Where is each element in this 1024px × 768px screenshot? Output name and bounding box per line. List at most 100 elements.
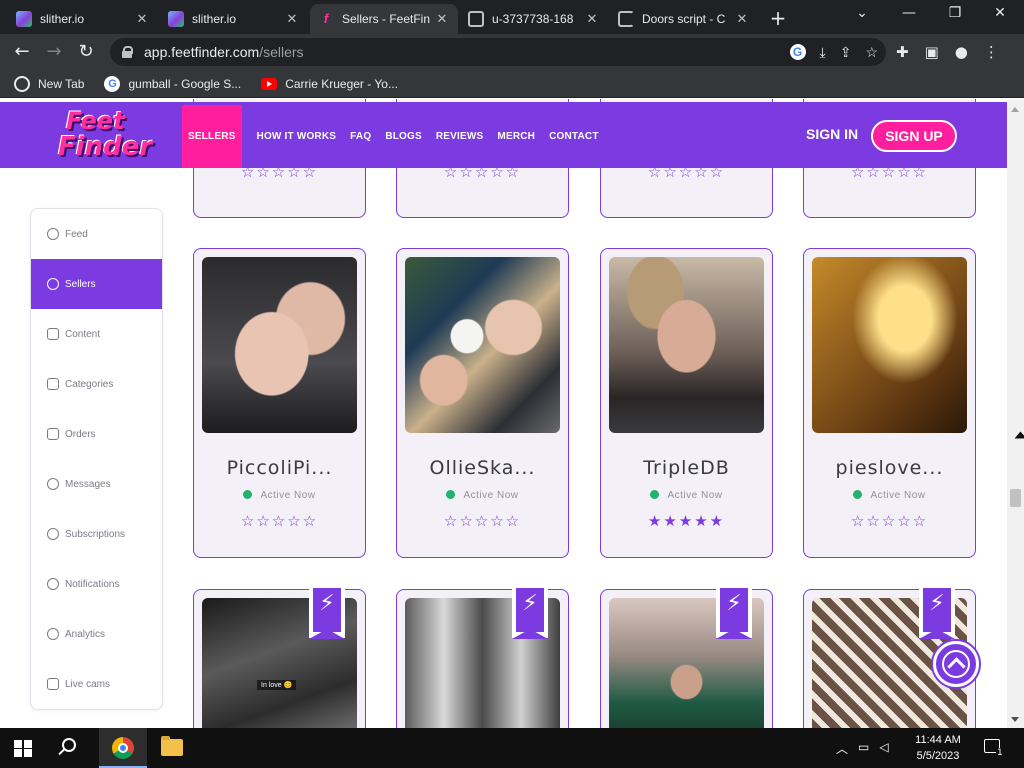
sidebar-item-label: Subscriptions	[65, 528, 126, 540]
sidebar-item-live-cams[interactable]: Live cams	[31, 659, 162, 709]
scroll-to-top-button[interactable]	[933, 641, 979, 687]
browser-tab[interactable]: u-3737738-168 ✕	[460, 4, 608, 34]
sign-up-button[interactable]: SIGN UP	[871, 120, 957, 152]
taskbar-file-explorer[interactable]	[148, 728, 196, 768]
sidebar-item-sellers[interactable]: Sellers	[31, 259, 162, 309]
taskbar-clock[interactable]: 11:44 AM 5/5/2023	[908, 732, 968, 764]
sidebar-item-content[interactable]: Content	[31, 309, 162, 359]
forward-icon[interactable]: →	[42, 40, 66, 64]
seller-name[interactable]: PiccoliPi...	[194, 457, 365, 479]
share-icon[interactable]: ⇪	[840, 44, 852, 61]
sidebar-item-label: Notifications	[65, 578, 120, 590]
search-icon[interactable]	[62, 738, 76, 752]
scroll-up-arrow-icon[interactable]	[1011, 107, 1019, 112]
google-lens-icon[interactable]: G	[789, 44, 806, 60]
sidebar-item-orders[interactable]: Orders	[31, 409, 162, 459]
nav-reviews[interactable]: REVIEWS	[429, 105, 491, 168]
bell-icon	[47, 578, 59, 590]
scroll-down-arrow-icon[interactable]	[1011, 717, 1019, 722]
slither-favicon-icon	[16, 11, 32, 27]
profile-icon[interactable]: ●	[955, 43, 968, 61]
camera-icon	[47, 678, 59, 690]
sidebar-item-subscriptions[interactable]: Subscriptions	[31, 509, 162, 559]
close-tab-icon[interactable]: ✕	[284, 11, 300, 27]
sidebar-item-label: Live cams	[65, 678, 111, 690]
seller-photo[interactable]	[609, 257, 764, 433]
sidebar-item-messages[interactable]: Messages	[31, 459, 162, 509]
install-app-icon[interactable]: ⤓	[820, 44, 826, 61]
nav-how-it-works[interactable]: HOW IT WORKS	[250, 105, 344, 168]
bookmark-gumball[interactable]: G gumball - Google S...	[104, 75, 241, 92]
close-tab-icon[interactable]: ✕	[434, 11, 450, 27]
bookmark-star-icon[interactable]: ☆	[865, 44, 878, 61]
seller-card[interactable]: PiccoliPi... Active Now ☆☆☆☆☆	[193, 248, 366, 558]
seller-card[interactable]: TripleDB Active Now ★★★★★	[600, 248, 773, 558]
compass-icon	[47, 228, 59, 240]
volume-icon[interactable]: ◁	[879, 740, 888, 757]
side-panel-icon[interactable]: ▣	[925, 43, 939, 61]
seller-photo[interactable]	[812, 257, 967, 433]
close-tab-icon[interactable]: ✕	[584, 11, 600, 27]
tab-search-icon[interactable]: ⌄	[850, 5, 874, 21]
extensions-puzzle-icon[interactable]: ✚	[896, 43, 909, 61]
seller-name[interactable]: TripleDB	[601, 457, 772, 479]
reload-icon[interactable]: ↻	[74, 40, 98, 64]
feetfinder-logo[interactable]: Feet Finder	[58, 108, 152, 164]
seller-card[interactable]: In love 😊 ⚡	[193, 588, 366, 728]
clock-date: 5/5/2023	[916, 750, 960, 762]
featured-badge: ⚡	[309, 588, 345, 639]
seller-photo[interactable]	[202, 257, 357, 433]
bookmark-carrie-krueger[interactable]: Carrie Krueger - Yo...	[261, 77, 398, 91]
nav-merch[interactable]: MERCH	[490, 105, 542, 168]
close-tab-icon[interactable]: ✕	[134, 11, 150, 27]
online-dot-icon	[853, 490, 863, 499]
back-icon[interactable]: ←	[10, 40, 34, 64]
sidebar-item-analytics[interactable]: Analytics	[31, 609, 162, 659]
close-tab-icon[interactable]: ✕	[734, 11, 750, 27]
tab-title: Doors script - C	[642, 12, 726, 26]
seller-card[interactable]: OllieSka... Active Now ☆☆☆☆☆	[396, 248, 569, 558]
online-dot-icon	[243, 490, 253, 499]
address-bar[interactable]: app.feetfinder.com/sellers G ⤓ ⇪ ☆	[110, 38, 886, 66]
feetfinder-favicon-icon: f	[318, 11, 334, 27]
seller-name[interactable]: OllieSka...	[397, 457, 568, 479]
lock-icon[interactable]	[122, 46, 133, 58]
tab-title: Sellers - FeetFin	[342, 12, 431, 26]
seller-name[interactable]: pieslove...	[804, 457, 975, 479]
windows-start-icon[interactable]	[14, 740, 32, 757]
user-icon	[47, 278, 59, 290]
seller-card[interactable]: pieslove... Active Now ☆☆☆☆☆	[803, 248, 976, 558]
nav-faq[interactable]: FAQ	[343, 105, 378, 168]
taskbar-chrome[interactable]	[99, 728, 147, 768]
chrome-menu-icon[interactable]: ⋮	[984, 43, 999, 61]
seller-card[interactable]: ⚡	[396, 588, 569, 728]
browser-tab-active[interactable]: f Sellers - FeetFin ✕	[310, 4, 458, 34]
page-scrollbar[interactable]	[1007, 99, 1024, 728]
bookmark-new-tab[interactable]: New Tab	[14, 75, 84, 92]
featured-badge: ⚡	[512, 588, 548, 639]
seller-card[interactable]: ⚡	[600, 588, 773, 728]
network-icon[interactable]: ▭	[858, 740, 869, 757]
lightning-icon: ⚡	[720, 588, 748, 632]
close-window-icon[interactable]: ✕	[988, 5, 1012, 21]
nav-blogs[interactable]: BLOGS	[378, 105, 429, 168]
browser-tab[interactable]: Doors script - C ✕	[610, 4, 758, 34]
browser-tab[interactable]: slither.io ✕	[160, 4, 308, 34]
globe-icon	[14, 75, 30, 92]
scrollbar-thumb[interactable]	[1010, 489, 1021, 507]
sidebar-item-notifications[interactable]: Notifications	[31, 559, 162, 609]
browser-tab[interactable]: slither.io ✕	[8, 4, 158, 34]
notification-count: 1	[996, 748, 1004, 758]
nav-sellers[interactable]: SELLERS	[182, 105, 242, 168]
google-icon: G	[104, 75, 121, 92]
show-hidden-icons-icon[interactable]: ︿	[836, 740, 848, 757]
sidebar-item-feed[interactable]: Feed	[31, 209, 162, 259]
folder-icon	[161, 736, 183, 756]
new-tab-button[interactable]: +	[768, 6, 788, 30]
sign-in-link[interactable]: SIGN IN	[806, 126, 858, 142]
restore-icon[interactable]: ❐	[943, 5, 967, 21]
nav-contact[interactable]: CONTACT	[542, 105, 606, 168]
seller-photo[interactable]	[405, 257, 560, 433]
minimize-icon[interactable]: —	[897, 5, 921, 21]
sidebar-item-categories[interactable]: Categories	[31, 359, 162, 409]
